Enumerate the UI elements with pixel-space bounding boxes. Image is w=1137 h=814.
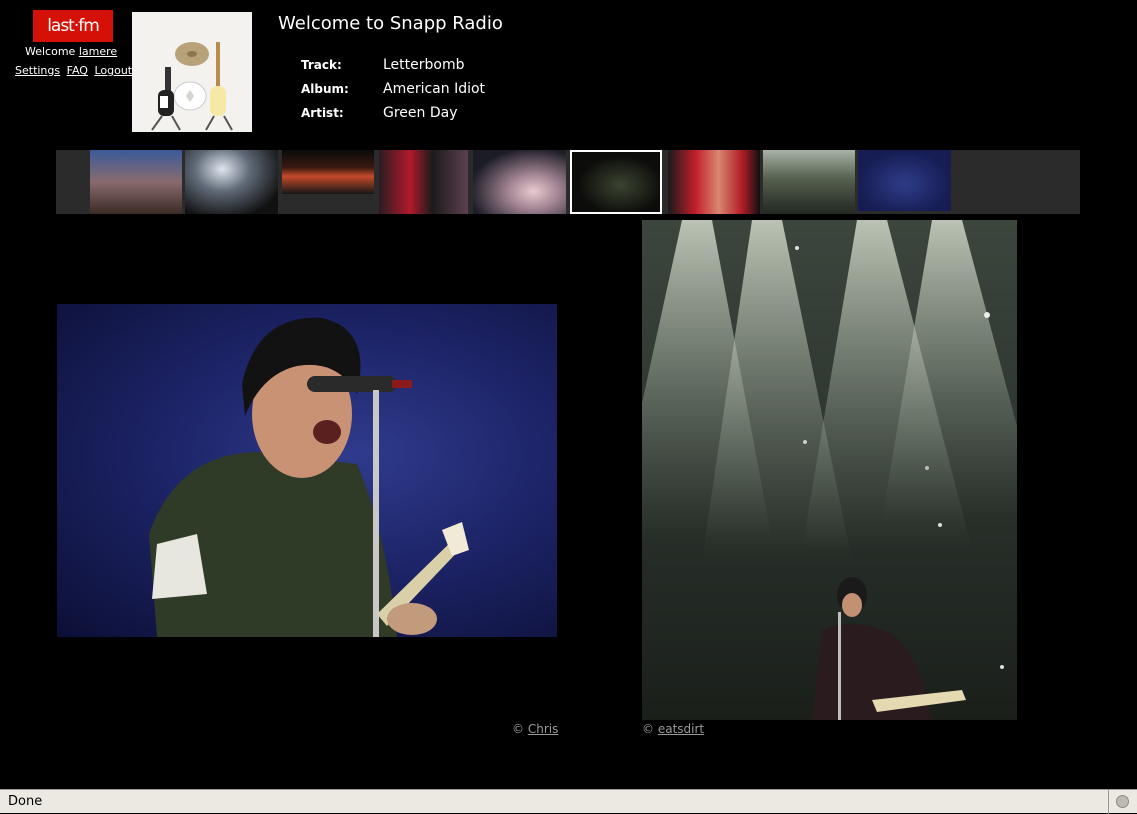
page-title: Welcome to Snapp Radio — [278, 13, 503, 34]
thumbnail-singer-blue[interactable] — [858, 150, 951, 211]
thumbnail-face-closeup[interactable] — [473, 150, 566, 214]
album-label: Album: — [301, 82, 349, 96]
thumbnail-crowd-confetti[interactable] — [90, 150, 182, 214]
thumbnail-green-haze[interactable] — [763, 150, 855, 214]
welcome-line: Welcome lamere — [25, 45, 117, 58]
logout-link[interactable]: Logout — [94, 64, 132, 77]
right-credit-link[interactable]: eatsdirt — [658, 722, 704, 736]
right-credit-symbol: © — [642, 722, 654, 736]
status-text: Done — [8, 794, 43, 809]
settings-link[interactable]: Settings — [15, 64, 60, 77]
left-credit-symbol: © — [512, 722, 524, 736]
thumbnail-drummer[interactable] — [668, 150, 760, 214]
status-separator — [1108, 790, 1109, 814]
thumbnail-selected-performer[interactable] — [570, 150, 662, 214]
thumbnail-strip — [56, 150, 1080, 214]
track-value: Letterbomb — [383, 57, 465, 73]
left-credit-link[interactable]: Chris — [528, 722, 559, 736]
account-links: Settings FAQ Logout — [15, 64, 135, 77]
thumbnail-stage-lights[interactable] — [282, 150, 374, 194]
photo-singer-microphone — [57, 304, 557, 637]
track-label: Track: — [301, 58, 342, 72]
now-playing-info: Track: Letterbomb Album: American Idiot … — [301, 53, 485, 125]
artist-row: Artist: Green Day — [301, 101, 485, 125]
username-link[interactable]: lamere — [79, 45, 117, 58]
artist-value: Green Day — [383, 105, 458, 121]
left-photo-credit: © Chris — [512, 722, 558, 736]
thumbnail-spotlight-stage[interactable] — [185, 150, 278, 214]
artist-label: Artist: — [301, 106, 344, 120]
right-photo-credit: © eatsdirt — [642, 722, 704, 736]
thumbnail-red-jacket[interactable] — [379, 150, 468, 214]
album-value: American Idiot — [383, 81, 486, 97]
album-cover — [132, 12, 252, 132]
browser-statusbar: Done — [0, 789, 1137, 814]
photo-stage-spotlights — [642, 220, 1017, 720]
faq-link[interactable]: FAQ — [67, 64, 88, 77]
lastfm-logo[interactable]: last·fm — [33, 10, 113, 42]
status-indicator-icon[interactable] — [1116, 795, 1129, 808]
welcome-text: Welcome — [25, 45, 76, 58]
track-row: Track: Letterbomb — [301, 53, 485, 77]
album-row: Album: American Idiot — [301, 77, 485, 101]
